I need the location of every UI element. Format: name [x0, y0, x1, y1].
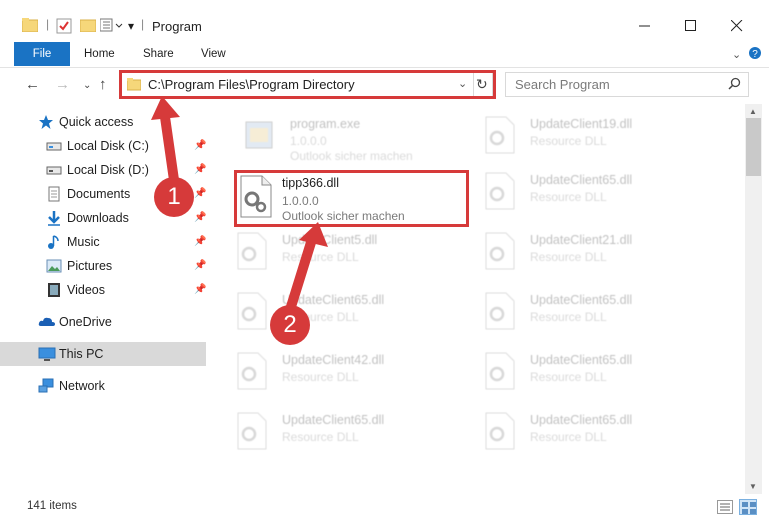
annotation-arrow-1	[159, 105, 179, 185]
annotation-arrow-2	[285, 231, 318, 315]
step-2-badge: 2	[270, 305, 310, 345]
annotation-arrowhead-1	[151, 96, 180, 120]
annotation-arrowhead-2	[299, 222, 328, 247]
step-1-badge: 1	[154, 177, 194, 217]
annotation-overlay	[151, 96, 328, 315]
